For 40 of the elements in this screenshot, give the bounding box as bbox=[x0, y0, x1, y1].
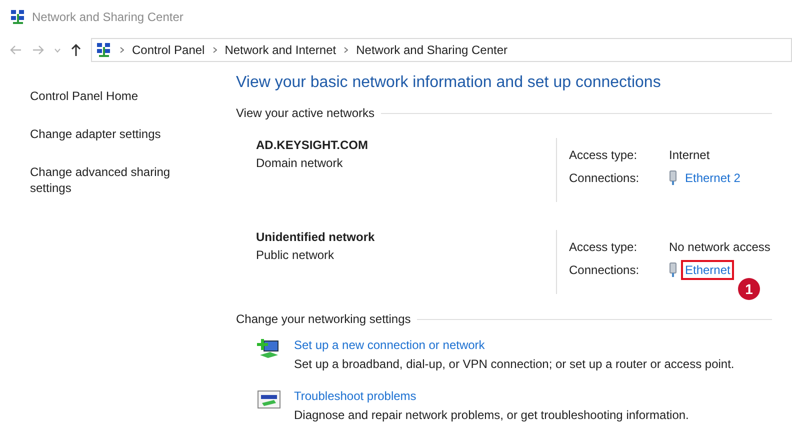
chevron-icon bbox=[120, 47, 124, 53]
dropdown-icon[interactable] bbox=[54, 48, 61, 52]
connections-label: Connections: bbox=[569, 171, 640, 185]
forward-icon[interactable] bbox=[32, 45, 44, 55]
breadcrumb[interactable]: Network and Internet bbox=[224, 43, 336, 57]
access-type-value: No network access bbox=[669, 240, 770, 254]
network-category[interactable]: Domain network bbox=[256, 156, 556, 170]
connections-label: Connections: bbox=[569, 263, 640, 277]
section-title: Change your networking settings bbox=[236, 312, 411, 326]
network-icon bbox=[96, 42, 112, 58]
access-type-label: Access type: bbox=[569, 148, 638, 162]
network-name: Unidentified network bbox=[256, 230, 376, 244]
sidebar-link[interactable]: Control Panel Home bbox=[30, 88, 176, 104]
settings-link[interactable]: Troubleshoot problems bbox=[294, 389, 689, 403]
connection-link[interactable]: Ethernet 2 bbox=[681, 168, 744, 188]
network-name: AD.KEYSIGHT.COM bbox=[256, 138, 370, 152]
back-icon[interactable] bbox=[10, 45, 22, 55]
sidebar-link[interactable]: Change adapter settings bbox=[30, 126, 176, 142]
page-heading: View your basic network information and set up connections bbox=[236, 74, 662, 92]
network-icon bbox=[10, 9, 26, 25]
troubleshoot-icon bbox=[256, 389, 282, 411]
connection-link[interactable]: Ethernet bbox=[681, 260, 734, 280]
settings-description: Diagnose and repair network problems, or get troubleshooting information. bbox=[294, 408, 689, 422]
ethernet-icon bbox=[669, 262, 677, 278]
breadcrumb[interactable]: Control Panel bbox=[132, 43, 205, 57]
ethernet-icon bbox=[669, 170, 677, 186]
access-type-value: Internet bbox=[669, 148, 711, 162]
section-title: View your active networks bbox=[236, 106, 375, 120]
window-title: Network and Sharing Center bbox=[32, 10, 184, 24]
sidebar-link[interactable]: Change advanced sharing settings bbox=[30, 164, 176, 196]
access-type-label: Access type: bbox=[569, 240, 638, 254]
settings-link[interactable]: Set up a new connection or network bbox=[294, 338, 734, 352]
chevron-icon bbox=[212, 47, 217, 53]
callout-badge: 1 bbox=[738, 278, 760, 300]
settings-description: Set up a broadband, dial-up, or VPN connection; or set up a router or access point. bbox=[294, 357, 734, 371]
address-bar[interactable]: Control Panel Network and Internet Network and Sharing Center bbox=[91, 38, 792, 62]
up-icon[interactable] bbox=[71, 44, 81, 56]
chevron-icon bbox=[344, 47, 348, 53]
breadcrumb[interactable]: Network and Sharing Center bbox=[356, 43, 508, 57]
network-category[interactable]: Public network bbox=[256, 248, 556, 262]
